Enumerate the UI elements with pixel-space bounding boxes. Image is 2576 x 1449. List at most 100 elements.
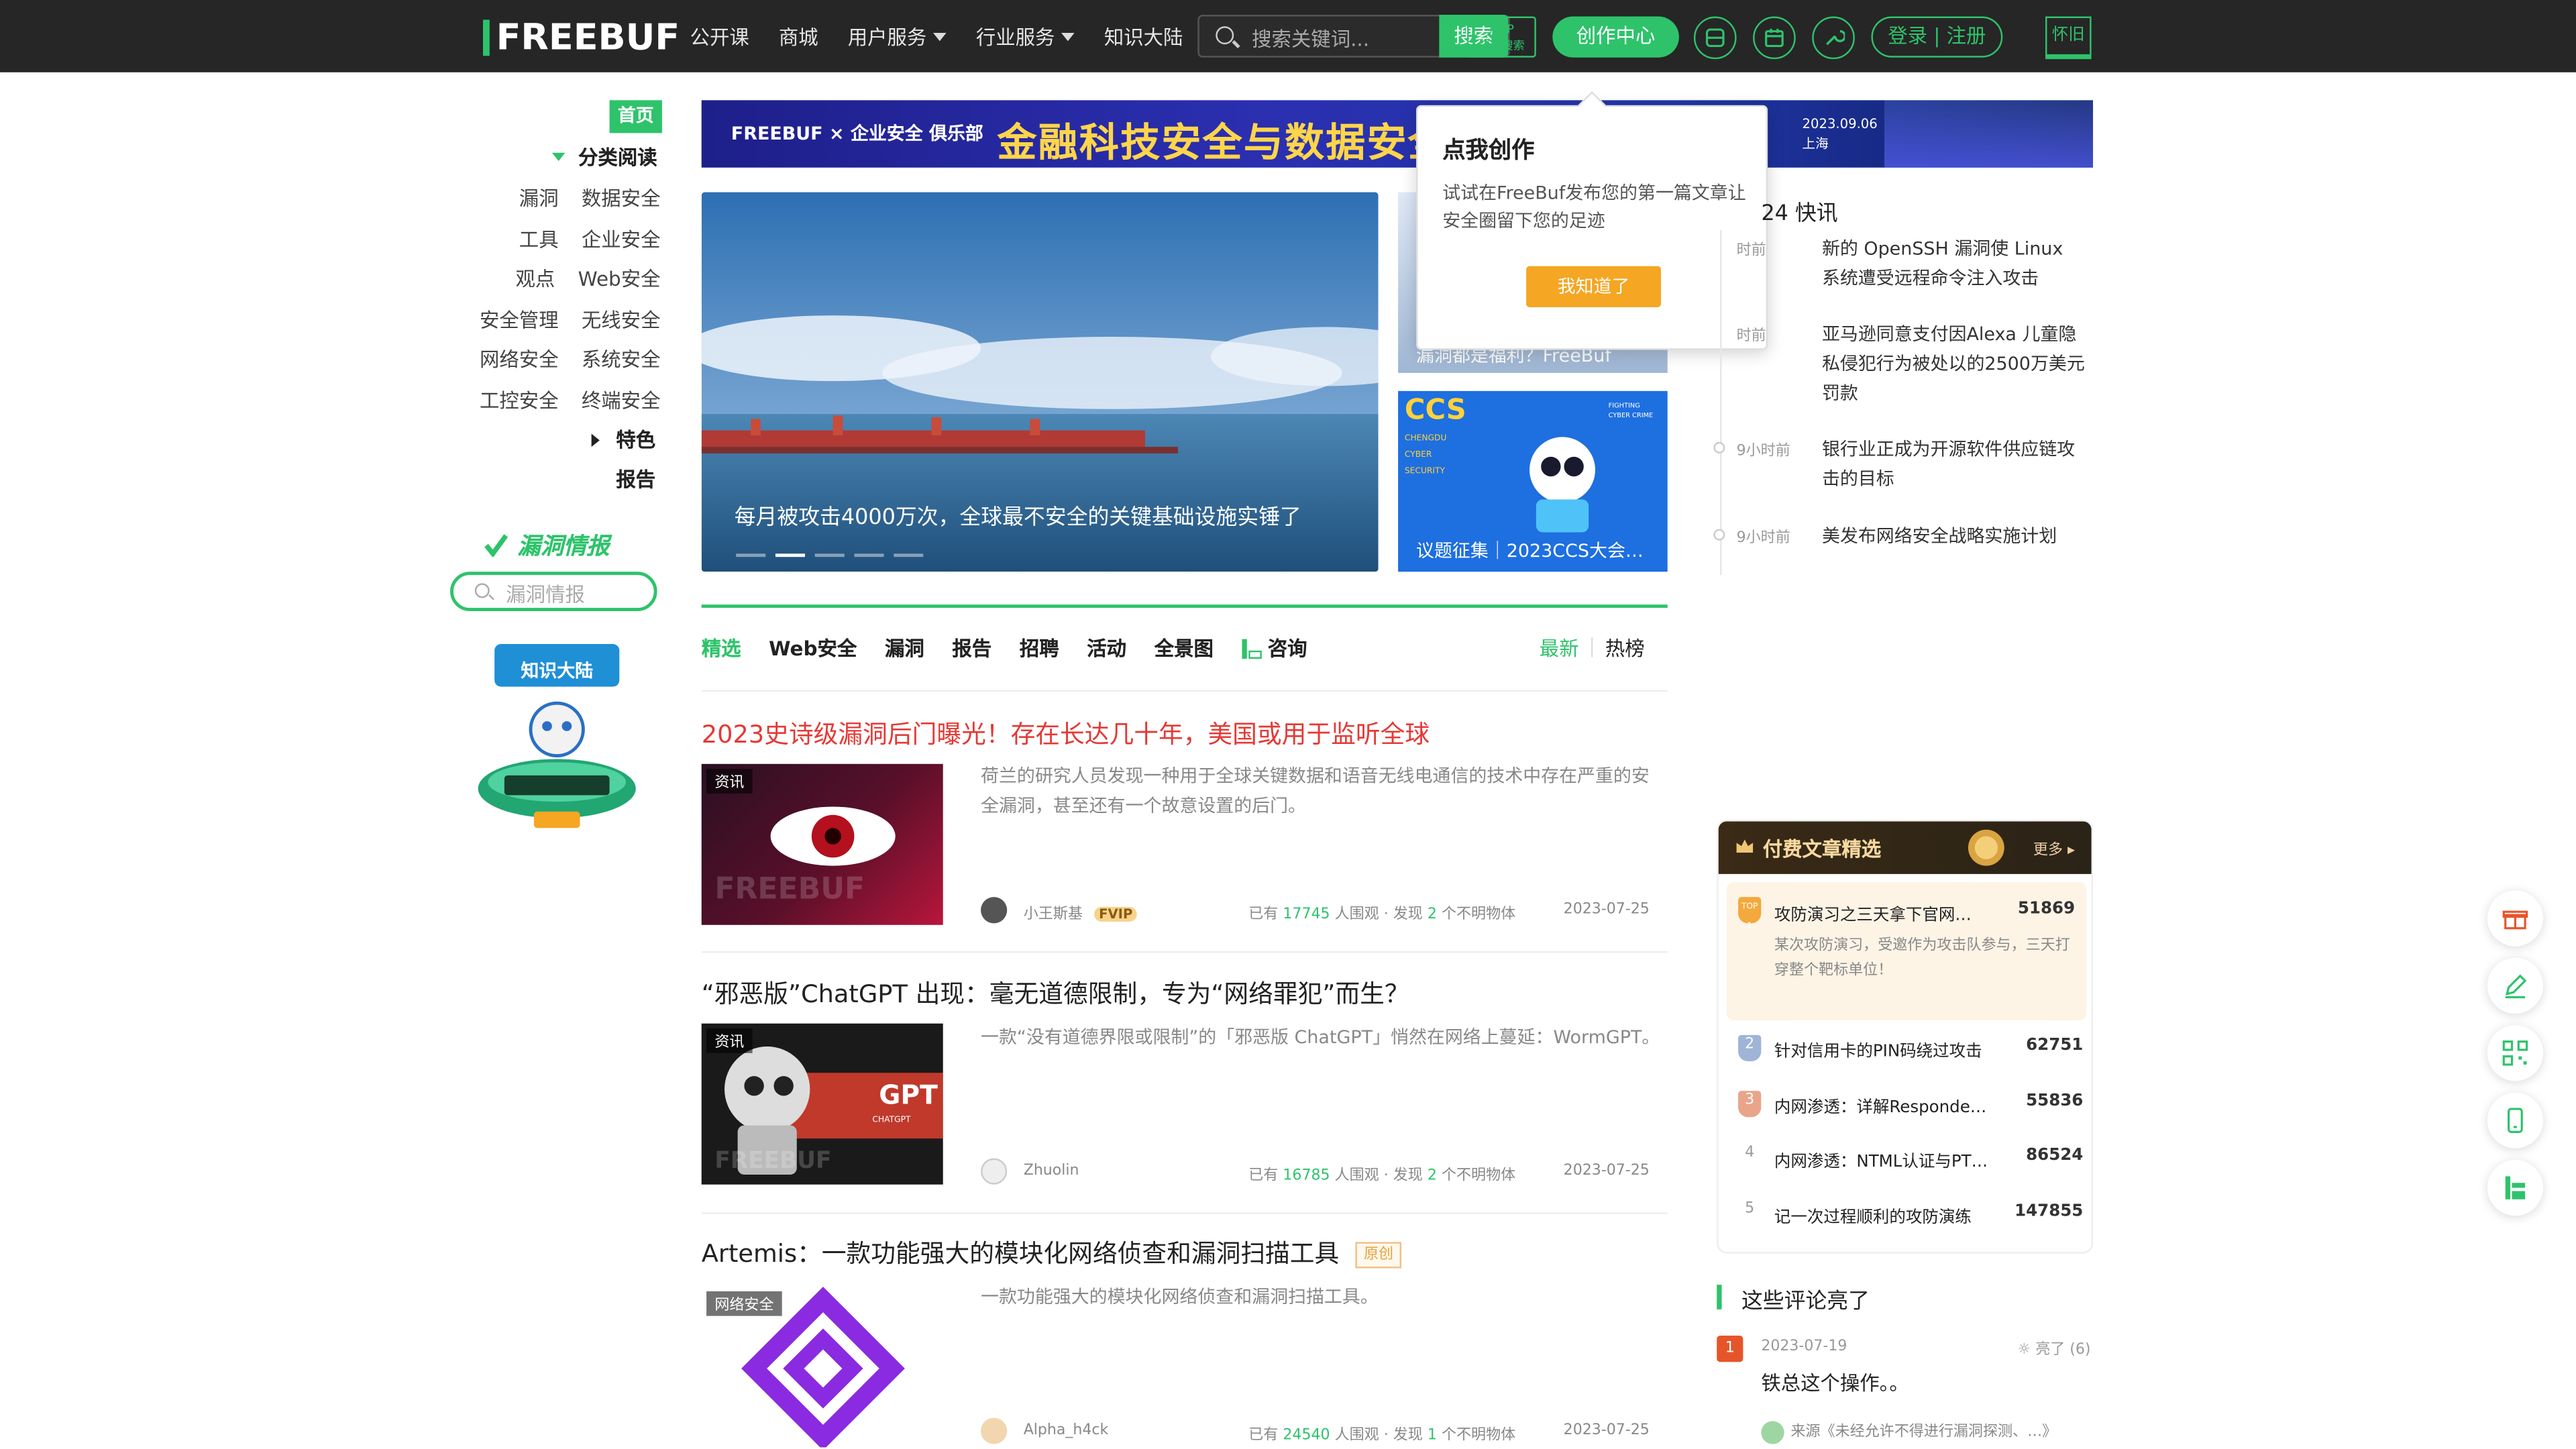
stat-text: 已有 xyxy=(1248,1168,1279,1185)
paid-row-title[interactable]: 针对信用卡的PIN码绕过攻击 xyxy=(1774,1036,1988,1061)
category-item[interactable]: 系统安全 xyxy=(582,347,661,387)
article-description[interactable]: 一款功能强大的模块化网络侦查和漏洞扫描工具。 xyxy=(981,1283,1662,1313)
carousel-dot[interactable] xyxy=(736,553,766,557)
category-item[interactable]: 观点 xyxy=(516,266,555,307)
toolbox-icon[interactable] xyxy=(1693,16,1737,60)
vuln-search-input[interactable]: 漏洞情报 xyxy=(450,572,657,612)
carousel-dot-active[interactable] xyxy=(775,553,806,557)
qrcode-icon[interactable] xyxy=(2487,1025,2544,1081)
paid-row[interactable]: 2 针对信用卡的PIN码绕过攻击 62751 xyxy=(1738,1033,2083,1066)
article-description[interactable]: 荷兰的研究人员发现一种用于全球关键数据和语音无线电通信的技术中存在严重的安全漏洞… xyxy=(981,762,1662,821)
knowledge-continent-promo[interactable]: 知识大陆 xyxy=(472,634,644,835)
article-thumbnail[interactable]: 网络安全 xyxy=(701,1286,943,1448)
category-item[interactable]: 漏洞 xyxy=(519,186,559,226)
category-item[interactable]: 工控安全 xyxy=(480,387,559,427)
category-item[interactable]: 安全管理 xyxy=(480,307,559,347)
create-center-button[interactable]: 创作中心 xyxy=(1552,16,1679,58)
tab-activity[interactable]: 活动 xyxy=(1087,634,1126,662)
category-item[interactable]: 企业安全 xyxy=(582,226,661,266)
top-banner-ad[interactable]: FREEBUF × 企业安全 俱乐部 金融科技安全与数据安全 2023.09.0… xyxy=(701,100,2094,168)
article-author[interactable]: Alpha_h4ck xyxy=(1024,1423,1109,1439)
carousel-dot[interactable] xyxy=(894,553,924,557)
hero-caption[interactable]: 每月被攻击4000万次，全球最不安全的关键基础设施实锤了 xyxy=(735,499,1301,531)
search-box[interactable]: 搜索关键词... 搜索 xyxy=(1197,15,1510,58)
calendar-icon[interactable] xyxy=(1753,16,1796,60)
category-item[interactable]: 网络安全 xyxy=(480,347,559,387)
article-author[interactable]: Zhuolin xyxy=(1024,1163,1079,1179)
old-version-button[interactable]: 怀旧 xyxy=(2045,16,2092,60)
edit-icon[interactable] xyxy=(2487,957,2544,1014)
nav-mall[interactable]: 商城 xyxy=(779,22,818,50)
banner-date-info: 2023.09.06 上海 xyxy=(1803,115,1878,154)
paid-more-link[interactable]: 更多 ▸ xyxy=(2033,838,2075,859)
comment-source-link[interactable]: 来源《未经允许不得进行漏洞探测、…》 xyxy=(1790,1424,2057,1440)
sidebar-category-heading[interactable]: 分类阅读 xyxy=(551,143,657,171)
freebuf-icon[interactable] xyxy=(2487,1159,2544,1216)
comment-text[interactable]: 铁总这个操作。。 xyxy=(1761,1368,1909,1397)
fvip-badge: FVIP xyxy=(1093,906,1138,922)
paid-row[interactable]: 4 内网渗透：NTML认证与PT… 86524 xyxy=(1738,1144,2083,1177)
article-title[interactable]: 2023史诗级漏洞后门曝光！存在长达几十年，美国或用于监听全球 xyxy=(702,716,1430,751)
nav-public-course[interactable]: 公开课 xyxy=(690,22,749,50)
flash-text[interactable]: 新的 OpenSSH 漏洞使 Linux 系统遭受远程命令注入攻击 xyxy=(1822,235,2085,294)
tab-featured[interactable]: 精选 xyxy=(702,634,741,662)
sidebar-reports[interactable]: 报告 xyxy=(616,465,655,493)
flash-text[interactable]: 银行业正成为开源软件供应链攻击的目标 xyxy=(1822,435,2085,494)
freebuf-logo[interactable]: FREEBUF xyxy=(483,17,680,58)
comment-likes[interactable]: ☼ 亮了 (6) xyxy=(2017,1337,2090,1358)
nav-user-service[interactable]: 用户服务 xyxy=(848,22,947,50)
popup-ok-button[interactable]: 我知道了 xyxy=(1526,266,1661,307)
category-item[interactable]: 终端安全 xyxy=(582,387,661,427)
paid-top1-card[interactable]: TOP 1 攻防演习之三天拿下官网… 51869 某次攻防演习，受邀作为攻击队参与… xyxy=(1726,882,2087,1020)
paid-row-title[interactable]: 内网渗透：NTML认证与PT… xyxy=(1774,1146,1988,1171)
search-icon xyxy=(474,583,490,598)
article-title-row[interactable]: Artemis：一款功能强大的模块化网络侦查和漏洞扫描工具 原创 xyxy=(702,1236,1402,1270)
finds-count: 2 xyxy=(1427,906,1437,924)
sidebar-featured[interactable]: 特色 xyxy=(591,425,655,453)
sidebar-home[interactable]: 首页 xyxy=(609,100,662,133)
paid-row[interactable]: 5 记一次过程顺利的攻防演练 147855 xyxy=(1738,1199,2083,1232)
tab-report[interactable]: 报告 xyxy=(952,634,991,662)
article-author[interactable]: 小王斯基 xyxy=(1024,907,1083,923)
comments-accent-bar xyxy=(1717,1285,1722,1309)
stat-text: 人围观 · 发现 xyxy=(1334,906,1423,924)
category-item[interactable]: Web安全 xyxy=(578,266,661,307)
tab-consult[interactable]: 咨询 xyxy=(1241,634,1307,662)
category-item[interactable]: 工具 xyxy=(519,226,559,266)
wrench-icon[interactable] xyxy=(1812,16,1855,60)
side-card-2-caption[interactable]: 议题征集｜2023CCS大会… xyxy=(1416,537,1662,564)
paid-top1-title[interactable]: 攻防演习之三天拿下官网… xyxy=(1774,900,1980,925)
login-register-button[interactable]: 登录 | 注册 xyxy=(1871,16,2003,58)
paid-row-title[interactable]: 内网渗透：详解Responde… xyxy=(1774,1093,1988,1117)
category-item[interactable]: 无线安全 xyxy=(582,307,661,347)
avatar[interactable] xyxy=(981,897,1008,924)
search-input[interactable]: 搜索关键词... xyxy=(1252,25,1369,53)
article-thumbnail[interactable]: GPT CHATGPT 资讯 FREEBUF xyxy=(701,1023,943,1185)
nav-knowledge[interactable]: 知识大陆 xyxy=(1104,22,1183,50)
tab-panorama[interactable]: 全景图 xyxy=(1155,634,1214,662)
nav-industry-service[interactable]: 行业服务 xyxy=(976,22,1075,50)
paid-row-title[interactable]: 记一次过程顺利的攻防演练 xyxy=(1774,1203,1988,1227)
article-description[interactable]: 一款“没有道德界限或限制”的「邪恶版 ChatGPT」悄然在网络上蔓延：Worm… xyxy=(981,1024,1662,1053)
flash-text[interactable]: 美发布网络安全战略实施计划 xyxy=(1822,523,2085,552)
gift-icon[interactable] xyxy=(2487,890,2544,947)
flash-text[interactable]: 亚马逊同意支付因Alexa 儿童隐私侵犯行为被处以的2500万美元罚款 xyxy=(1822,321,2085,409)
avatar[interactable] xyxy=(981,1158,1008,1185)
mobile-icon[interactable] xyxy=(2487,1092,2544,1148)
tab-recruitment[interactable]: 招聘 xyxy=(1020,634,1059,662)
sort-hot[interactable]: 热榜 xyxy=(1605,634,1645,662)
avatar[interactable] xyxy=(981,1417,1008,1444)
paid-top1-desc[interactable]: 某次攻防演习，受邀作为攻击队参与，三天打穿整个靶标单位！ xyxy=(1774,934,2074,983)
sort-latest[interactable]: 最新 xyxy=(1540,634,1579,662)
carousel-dot[interactable] xyxy=(854,553,884,557)
paid-row[interactable]: 3 内网渗透：详解Responde… 55836 xyxy=(1738,1089,2083,1122)
article-thumbnail[interactable]: 资讯 FREEBUF xyxy=(701,763,943,925)
comment-source[interactable]: 来源《未经允许不得进行漏洞探测、…》 xyxy=(1761,1419,2096,1444)
tab-web-security[interactable]: Web安全 xyxy=(769,634,857,662)
fvip-resource-search-button[interactable]: FVIP 资源搜索 xyxy=(1466,16,1536,58)
category-item[interactable]: 数据安全 xyxy=(582,186,661,226)
article-title[interactable]: “邪恶版”ChatGPT 出现：毫无道德限制，专为“网络罪犯”而生？ xyxy=(702,976,1409,1010)
carousel-dot[interactable] xyxy=(814,553,845,557)
tab-vulnerability[interactable]: 漏洞 xyxy=(885,634,924,662)
article-title[interactable]: Artemis：一款功能强大的模块化网络侦查和漏洞扫描工具 xyxy=(702,1239,1340,1269)
